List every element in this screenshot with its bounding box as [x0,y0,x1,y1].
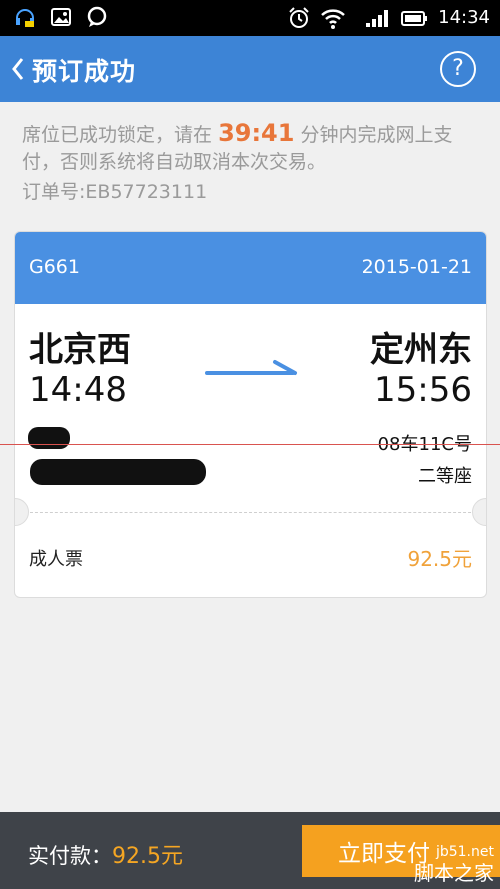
ticket-type: 成人票 [29,549,83,570]
seat-number: 08车11C号 [377,434,472,455]
status-icons-right: 14:34 [288,5,490,31]
arrow-right-icon [205,360,297,375]
battery-icon [401,11,428,26]
signal-icon [366,10,389,27]
app-header: 预订成功 ? [0,36,500,102]
pay-label: 实付款： [28,844,112,868]
alarm-icon [289,7,309,28]
ticket-card-header: G661 2015-01-21 [15,232,486,304]
ticket-card: G661 2015-01-21 北京西 定州东 14:48 15:56 08车1… [14,231,487,598]
order-number-line: 订单号:EB57723111 [22,177,207,204]
back-chevron-icon[interactable] [10,56,26,82]
seat-class: 二等座 [418,466,472,487]
wifi-icon [321,9,345,29]
image-icon [51,8,71,26]
arrival-station: 定州东 [370,330,472,370]
redacted-passenger-name [28,427,70,449]
order-number: EB57723111 [85,181,208,203]
ticket-price: 92.5元 [407,547,472,571]
help-button[interactable]: ? [440,51,476,87]
countdown-timer: 39:41 [218,119,295,147]
site-watermark: jb51.net 脚本之家 [414,844,494,886]
ticket-notch-left [15,498,29,526]
status-icons-left [14,5,108,29]
status-bar: 14:34 [0,0,500,36]
annotation-line [0,444,500,445]
ticket-notch-right [472,498,486,526]
notice-text-before: 席位已成功锁定，请在 [22,124,213,146]
redacted-passenger-id [30,459,206,485]
train-number: G661 [29,256,80,278]
watermark-name: 脚本之家 [414,861,494,885]
order-label: 订单号: [22,181,86,203]
chat-icon [87,6,107,27]
headset-icon [16,9,34,27]
pay-summary: 实付款：92.5元 [28,838,183,870]
train-date: 2015-01-21 [361,256,472,278]
pay-amount: 92.5元 [112,844,183,869]
arrival-time: 15:56 [374,370,472,410]
page-title: 预订成功 [32,57,137,86]
lock-notice: 席位已成功锁定，请在 39:41 分钟内完成网上支付，否则系统将自动取消本次交易… [22,120,484,176]
ticket-divider [25,512,476,513]
departure-time: 14:48 [29,370,127,410]
departure-station: 北京西 [29,330,131,370]
status-time: 14:34 [438,7,490,28]
watermark-site: jb51.net [435,844,494,860]
